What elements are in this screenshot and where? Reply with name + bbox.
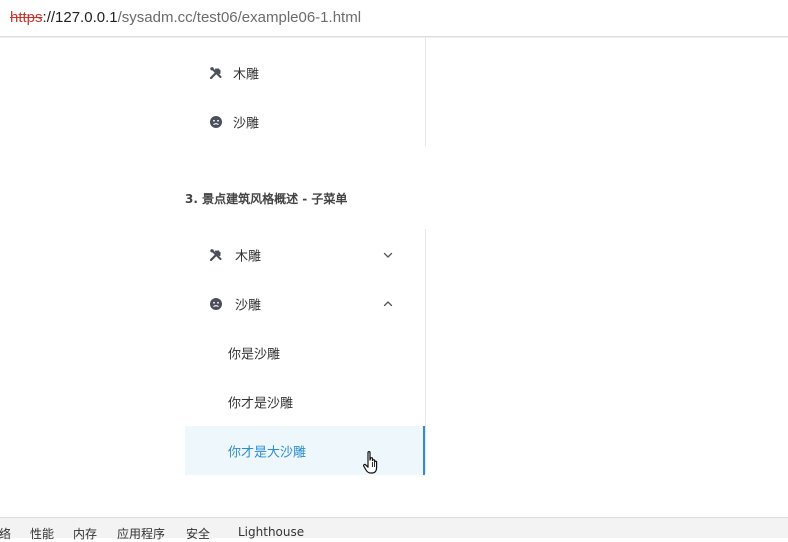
url-path: /sysadm.cc/test06/example06-1.html	[117, 9, 362, 26]
menu-top: 木雕 沙雕	[185, 37, 426, 146]
address-bar[interactable]: https://127.0.0.1/sysadm.cc/test06/examp…	[0, 0, 788, 37]
hand-pointer-cursor-icon	[362, 450, 382, 476]
submenu-child-1[interactable]: 你是沙雕	[185, 328, 425, 377]
submenu-child-label: 你才是沙雕	[228, 396, 294, 411]
face-icon	[209, 115, 223, 129]
submenu-woodcarving[interactable]: 木雕	[185, 230, 425, 279]
url-host: ://127.0.0.1	[42, 9, 118, 26]
submenu-label: 木雕	[235, 249, 262, 264]
devtools-tab-network[interactable]: 络	[0, 525, 11, 542]
url-scheme: https	[10, 9, 43, 26]
url-text[interactable]: https://127.0.0.1/sysadm.cc/test06/examp…	[10, 8, 361, 28]
menu-item-label: 沙雕	[233, 116, 260, 131]
menu-item-woodcarving[interactable]: 木雕	[185, 48, 425, 97]
devtools-tab-performance[interactable]: 性能	[30, 525, 54, 542]
tools-icon	[209, 66, 223, 80]
submenu-label: 沙雕	[235, 298, 262, 313]
section-title: 3. 景点建筑风格概述 - 子菜单	[185, 192, 348, 206]
devtools-tab-security[interactable]: 安全	[186, 525, 210, 542]
devtools-tabbar: 络 性能 内存 应用程序 安全 Lighthouse	[0, 517, 788, 541]
menu-item-label: 木雕	[233, 67, 260, 82]
submenu-child-3-active[interactable]: 你才是大沙雕	[185, 426, 425, 475]
submenu-child-2[interactable]: 你才是沙雕	[185, 377, 425, 426]
chevron-down-icon[interactable]	[383, 250, 393, 260]
face-icon	[209, 297, 223, 311]
menu-item-sandcarving[interactable]: 沙雕	[185, 97, 425, 146]
submenu-child-label: 你才是大沙雕	[228, 445, 307, 460]
chevron-up-icon[interactable]	[383, 299, 393, 309]
devtools-tab-application[interactable]: 应用程序	[117, 525, 165, 542]
submenu-sandcarving[interactable]: 沙雕	[185, 279, 425, 328]
submenu: 木雕 沙雕 你是沙雕 你才是沙雕 你才是大沙雕	[185, 229, 426, 475]
tools-icon	[209, 248, 223, 262]
submenu-child-label: 你是沙雕	[228, 347, 281, 362]
devtools-tab-memory[interactable]: 内存	[73, 525, 97, 542]
